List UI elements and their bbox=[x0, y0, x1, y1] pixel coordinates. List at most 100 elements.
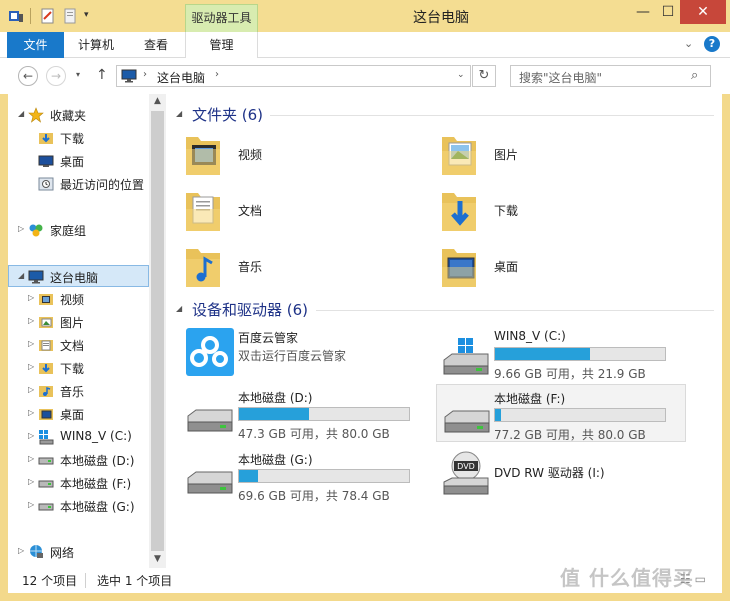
tab-manage[interactable]: 管理 bbox=[185, 32, 258, 58]
expand-arrow-icon[interactable]: ▷ bbox=[28, 293, 34, 302]
group-divider bbox=[270, 115, 714, 116]
folder-label: 桌面 bbox=[494, 260, 519, 274]
explorer-window: ▾ 驱动器工具 这台电脑 — ☐ ✕ 文件 计算机 查看 管理 ⌄ ? ← → … bbox=[0, 0, 730, 601]
nav-downloads[interactable]: ▷ 下载 bbox=[8, 357, 149, 379]
device-drive-f[interactable]: 本地磁盘 (F:) 77.2 GB 可用，共 80.0 GB bbox=[436, 384, 686, 442]
nav-favorites[interactable]: ◢ 收藏夹 bbox=[8, 104, 149, 126]
devices-group-header[interactable]: ◢ 设备和驱动器 (6) bbox=[170, 299, 720, 321]
nav-network[interactable]: ▷ 网络 bbox=[8, 541, 149, 563]
device-drive-c[interactable]: WIN8_V (C:) 9.66 GB 可用，共 21.9 GB bbox=[422, 326, 672, 384]
nav-favorites-desktop[interactable]: 桌面 bbox=[8, 150, 149, 172]
computer-icon bbox=[121, 69, 137, 83]
address-history-dropdown[interactable]: ⌄ bbox=[457, 70, 465, 80]
new-document-icon[interactable] bbox=[40, 8, 56, 24]
scrollbar-thumb[interactable] bbox=[151, 111, 164, 551]
device-drive-d[interactable]: 本地磁盘 (D:) 47.3 GB 可用，共 80.0 GB bbox=[166, 386, 416, 444]
collapse-arrow-icon[interactable]: ◢ bbox=[18, 271, 24, 280]
recent-locations-dropdown[interactable]: ▾ bbox=[76, 70, 80, 79]
address-chevron[interactable]: › bbox=[143, 69, 147, 80]
help-icon[interactable]: ? bbox=[704, 36, 720, 52]
nav-drive-d[interactable]: ▷ 本地磁盘 (D:) bbox=[8, 449, 149, 471]
address-path[interactable]: 这台电脑 bbox=[157, 69, 205, 86]
expand-arrow-icon[interactable]: ▷ bbox=[28, 408, 34, 417]
nav-this-pc[interactable]: ◢ 这台电脑 bbox=[8, 265, 149, 287]
system-drive-icon bbox=[443, 338, 489, 375]
expand-arrow-icon[interactable]: ▷ bbox=[28, 339, 34, 348]
folders-group-header[interactable]: ◢ 文件夹 (6) bbox=[170, 104, 720, 126]
desktop-icon bbox=[38, 155, 54, 167]
nav-pictures[interactable]: ▷ 图片 bbox=[8, 311, 149, 333]
expand-arrow-icon[interactable]: ▷ bbox=[28, 316, 34, 325]
drive-usage-bar bbox=[494, 347, 666, 361]
folder-pictures[interactable]: 图片 bbox=[422, 129, 662, 181]
folder-music[interactable]: 音乐 bbox=[166, 241, 406, 293]
scroll-down-icon[interactable]: ▼ bbox=[149, 554, 166, 564]
drive-usage-bar bbox=[494, 408, 666, 422]
videos-folder-icon bbox=[186, 137, 220, 175]
close-button[interactable]: ✕ bbox=[680, 0, 726, 24]
device-name: 本地磁盘 (F:) bbox=[494, 392, 566, 406]
scroll-up-icon[interactable]: ▲ bbox=[149, 96, 166, 106]
new-folder-icon[interactable] bbox=[62, 8, 78, 24]
back-button[interactable]: ← bbox=[18, 66, 38, 86]
address-chevron[interactable]: › bbox=[215, 69, 219, 80]
star-icon bbox=[28, 107, 44, 123]
drive-usage-fill bbox=[495, 409, 501, 421]
nav-documents[interactable]: ▷ 文档 bbox=[8, 334, 149, 356]
collapse-arrow-icon[interactable]: ◢ bbox=[176, 109, 182, 118]
folder-videos[interactable]: 视频 bbox=[166, 129, 406, 181]
item-count: 12 个项目 bbox=[22, 574, 78, 588]
search-icon[interactable]: ⌕ bbox=[691, 68, 698, 83]
nav-favorites-recent-places[interactable]: 最近访问的位置 bbox=[8, 173, 149, 195]
drive-icon bbox=[38, 503, 54, 511]
recent-places-icon bbox=[38, 177, 54, 191]
nav-drive-c[interactable]: ▷ WIN8_V (C:) bbox=[8, 426, 149, 448]
expand-arrow-icon[interactable]: ▷ bbox=[18, 224, 24, 233]
expand-arrow-icon[interactable]: ▷ bbox=[28, 431, 34, 440]
nav-drive-g[interactable]: ▷ 本地磁盘 (G:) bbox=[8, 495, 149, 517]
refresh-button[interactable]: ↻ bbox=[472, 65, 496, 87]
tab-view[interactable]: 查看 bbox=[128, 32, 184, 58]
expand-arrow-icon[interactable]: ▷ bbox=[28, 362, 34, 371]
device-dvd-drive[interactable]: DVD DVD RW 驱动器 (I:) bbox=[422, 448, 672, 506]
folder-label: 下载 bbox=[494, 204, 519, 218]
folder-desktop[interactable]: 桌面 bbox=[422, 241, 662, 293]
device-baidu-cloud[interactable]: 百度云管家 双击运行百度云管家 bbox=[166, 326, 416, 384]
forward-button[interactable]: → bbox=[46, 66, 66, 86]
address-bar[interactable]: › 这台电脑 › ⌄ bbox=[116, 65, 471, 87]
folder-documents[interactable]: 文档 bbox=[166, 185, 406, 237]
device-name: DVD RW 驱动器 (I:) bbox=[494, 466, 605, 480]
nav-this-pc-label: 这台电脑 bbox=[50, 271, 99, 285]
maximize-button[interactable]: ☐ bbox=[656, 0, 680, 24]
device-drive-g[interactable]: 本地磁盘 (G:) 69.6 GB 可用，共 78.4 GB bbox=[166, 448, 416, 506]
properties-icon[interactable] bbox=[8, 8, 24, 24]
expand-arrow-icon[interactable]: ▷ bbox=[18, 546, 24, 555]
expand-arrow-icon[interactable]: ▷ bbox=[28, 477, 34, 486]
nav-homegroup[interactable]: ▷ 家庭组 bbox=[8, 219, 149, 241]
folder-downloads[interactable]: 下载 bbox=[422, 185, 662, 237]
nav-network-label: 网络 bbox=[50, 546, 75, 560]
collapse-arrow-icon[interactable]: ◢ bbox=[18, 109, 24, 118]
nav-videos[interactable]: ▷ 视频 bbox=[8, 288, 149, 310]
drive-free-space: 77.2 GB 可用，共 80.0 GB bbox=[494, 428, 646, 442]
nav-music[interactable]: ▷ 音乐 bbox=[8, 380, 149, 402]
nav-favorites-downloads[interactable]: 下载 bbox=[8, 127, 149, 149]
up-button[interactable]: ↑ bbox=[96, 67, 108, 83]
folder-label: 音乐 bbox=[238, 260, 263, 274]
tab-computer[interactable]: 计算机 bbox=[64, 32, 128, 58]
expand-ribbon-icon[interactable]: ⌄ bbox=[684, 37, 693, 50]
nav-pane-scrollbar[interactable]: ▲ ▼ bbox=[149, 94, 166, 568]
minimize-button[interactable]: — bbox=[630, 0, 656, 24]
devices-group-title: 设备和驱动器 (6) bbox=[192, 301, 309, 319]
nav-drive-f[interactable]: ▷ 本地磁盘 (F:) bbox=[8, 472, 149, 494]
expand-arrow-icon[interactable]: ▷ bbox=[28, 385, 34, 394]
nav-desktop[interactable]: ▷ 桌面 bbox=[8, 403, 149, 425]
search-input[interactable]: 搜索"这台电脑" ⌕ bbox=[510, 65, 711, 87]
collapse-arrow-icon[interactable]: ◢ bbox=[176, 304, 182, 313]
expand-arrow-icon[interactable]: ▷ bbox=[28, 500, 34, 509]
tab-file[interactable]: 文件 bbox=[7, 32, 64, 58]
system-drive-icon bbox=[39, 430, 54, 445]
drive-icon bbox=[444, 410, 490, 433]
expand-arrow-icon[interactable]: ▷ bbox=[28, 454, 34, 463]
quick-access-dropdown[interactable]: ▾ bbox=[84, 10, 100, 26]
